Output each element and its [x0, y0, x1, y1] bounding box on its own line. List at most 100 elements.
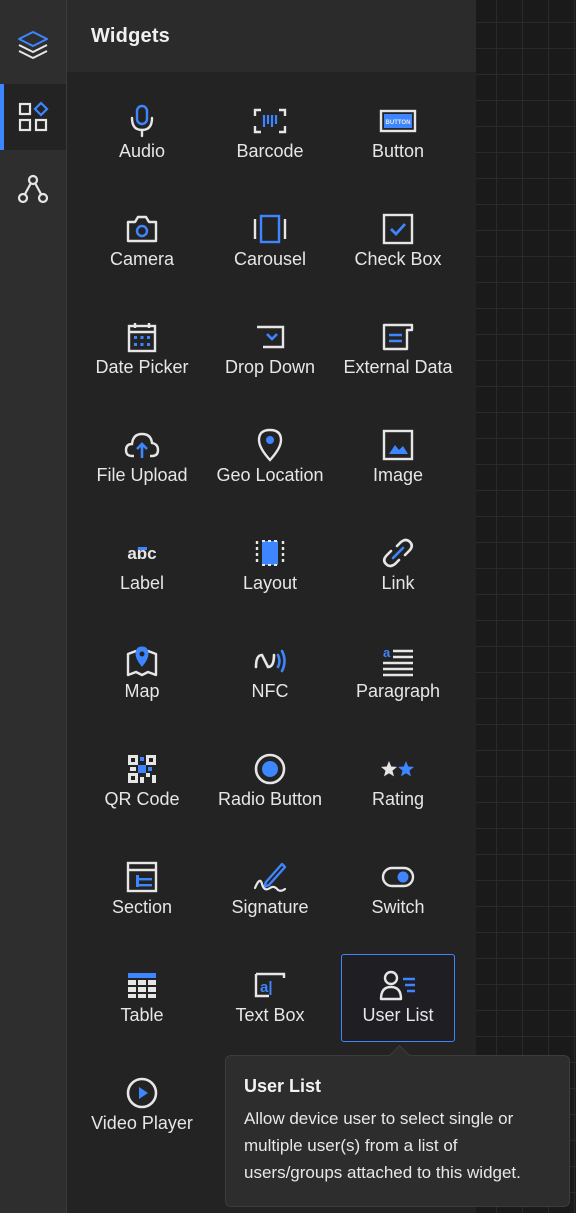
widget-map[interactable]: Map: [85, 624, 199, 712]
layers-rail-button[interactable]: [0, 12, 66, 78]
star-rating-icon: [380, 751, 416, 787]
widget-carousel[interactable]: Carousel: [213, 192, 327, 280]
microphone-icon: [128, 103, 156, 139]
widget-paragraph[interactable]: a Paragraph: [341, 624, 455, 712]
widget-geo-location[interactable]: Geo Location: [213, 408, 327, 496]
widget-label: QR Code: [104, 789, 180, 809]
design-canvas[interactable]: [476, 0, 576, 1213]
widget-text-box[interactable]: a| Text Box: [213, 948, 327, 1036]
tooltip-description: Allow device user to select single or mu…: [244, 1109, 521, 1182]
widget-user-list[interactable]: User List: [341, 954, 455, 1042]
layers-icon: [16, 28, 50, 62]
widget-label: Paragraph: [355, 681, 441, 701]
layout-icon: [254, 535, 286, 571]
left-icon-rail: [0, 0, 67, 1213]
widget-label: Camera: [109, 249, 175, 269]
svg-text:a: a: [383, 645, 391, 660]
widget-label: Video Player: [91, 1113, 193, 1133]
svg-text:BUTTON: BUTTON: [386, 120, 411, 126]
qr-code-icon: [126, 751, 158, 787]
widget-label: Table: [120, 1005, 164, 1025]
widget-label: Image: [372, 465, 424, 485]
widget-label: Drop Down: [224, 357, 316, 377]
widget-switch[interactable]: Switch: [341, 840, 455, 928]
widget-label: Radio Button: [217, 789, 323, 809]
widget-camera[interactable]: Camera: [85, 192, 199, 280]
widget-signature[interactable]: Signature: [213, 840, 327, 928]
widget-label: Button: [371, 141, 425, 161]
svg-text:abc: abc: [127, 544, 156, 563]
widget-label: Map: [124, 681, 160, 701]
widget-rating[interactable]: Rating: [341, 732, 455, 820]
widget-radio-button[interactable]: Radio Button: [213, 732, 327, 820]
radio-button-icon: [253, 751, 287, 787]
play-circle-icon: [125, 1075, 159, 1111]
widget-nfc[interactable]: NFC: [213, 624, 327, 712]
widget-label: Audio: [118, 141, 166, 161]
widget-label: Geo Location: [216, 465, 324, 485]
widget-label: File Upload: [96, 465, 188, 485]
widget-label: Text Box: [235, 1005, 305, 1025]
widget-section[interactable]: Section: [85, 840, 199, 928]
widget-tooltip: User List Allow device user to select si…: [225, 1055, 570, 1207]
location-pin-icon: [256, 427, 284, 463]
widget-external-data[interactable]: External Data: [341, 300, 455, 388]
widget-video-player[interactable]: Video Player: [85, 1056, 199, 1144]
widget-label: Carousel: [233, 249, 307, 269]
widget-label-widget[interactable]: abc Label: [85, 516, 199, 604]
widget-label: User List: [362, 1005, 434, 1025]
widget-date-picker[interactable]: Date Picker: [85, 300, 199, 388]
widget-link[interactable]: Link: [341, 516, 455, 604]
section-icon: [126, 859, 158, 895]
widget-drop-down[interactable]: Drop Down: [213, 300, 327, 388]
checkbox-icon: [382, 211, 414, 247]
widget-audio[interactable]: Audio: [85, 84, 199, 172]
widget-label: Layout: [242, 573, 298, 593]
widget-label: Signature: [231, 897, 309, 917]
cloud-upload-icon: [124, 427, 160, 463]
nfc-icon: [252, 643, 288, 679]
widget-label: Check Box: [354, 249, 442, 269]
camera-icon: [125, 211, 159, 247]
svg-text:a|: a|: [260, 979, 273, 996]
widgets-panel: Widgets Audio Barcode BUTTON Button Came…: [67, 0, 476, 1213]
widget-label: Rating: [371, 789, 425, 809]
widget-table[interactable]: Table: [85, 948, 199, 1036]
widget-image[interactable]: Image: [341, 408, 455, 496]
link-icon: [381, 535, 415, 571]
label-icon: abc: [124, 535, 160, 571]
dropdown-icon: [254, 319, 286, 355]
table-icon: [126, 967, 158, 1003]
widget-button[interactable]: BUTTON Button: [341, 84, 455, 172]
panel-title: Widgets: [91, 24, 170, 47]
signature-icon: [252, 859, 288, 895]
widget-layout[interactable]: Layout: [213, 516, 327, 604]
widgets-icon: [17, 101, 49, 133]
widget-label: Link: [381, 573, 415, 593]
tooltip-title: User List: [244, 1076, 322, 1096]
image-icon: [382, 427, 414, 463]
widget-label: NFC: [251, 681, 289, 701]
widget-file-upload[interactable]: File Upload: [85, 408, 199, 496]
user-list-icon: [379, 967, 417, 1003]
widget-label: Switch: [371, 897, 425, 917]
widget-label: Date Picker: [95, 357, 189, 377]
external-data-icon: [380, 319, 416, 355]
widget-label: Section: [111, 897, 173, 917]
panel-header: Widgets: [67, 0, 476, 72]
toggle-switch-icon: [381, 859, 415, 895]
text-box-icon: a|: [253, 967, 287, 1003]
widgets-rail-button[interactable]: [0, 84, 66, 150]
map-icon: [125, 643, 159, 679]
paragraph-icon: a: [381, 643, 415, 679]
carousel-icon: [252, 211, 288, 247]
workflow-icon: [16, 172, 50, 206]
widget-barcode[interactable]: Barcode: [213, 84, 327, 172]
calendar-icon: [126, 319, 158, 355]
widget-check-box[interactable]: Check Box: [341, 192, 455, 280]
workflow-rail-button[interactable]: [0, 156, 66, 222]
widget-qr-code[interactable]: QR Code: [85, 732, 199, 820]
widget-label: Label: [119, 573, 165, 593]
widget-label: Barcode: [236, 141, 304, 161]
button-icon: BUTTON: [379, 103, 417, 139]
